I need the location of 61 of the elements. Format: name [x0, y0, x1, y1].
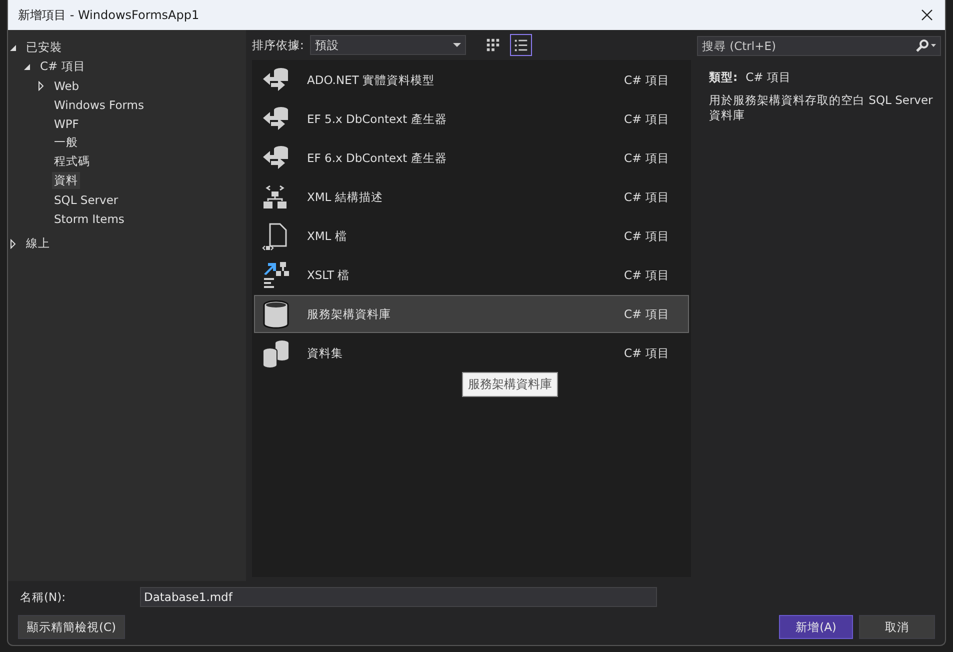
compact-view-button[interactable]: 顯示精簡檢視(C)	[18, 615, 126, 639]
name-field[interactable]: Database1.mdf	[140, 587, 657, 607]
type-label: 類型:	[709, 70, 738, 84]
tree-item[interactable]: 資料	[52, 172, 80, 189]
template-item[interactable]: EF 5.x DbContext 產生器 C# 項目	[254, 100, 689, 138]
template-item[interactable]: 服務架構資料庫 C# 項目	[254, 295, 689, 333]
collapsed-arrow-icon[interactable]	[36, 80, 46, 90]
collapsed-arrow-icon[interactable]	[8, 238, 18, 248]
tree-item[interactable]: 已安裝	[24, 39, 64, 56]
grid-view-icon	[486, 38, 499, 52]
template-item[interactable]: 資料集 C# 項目	[254, 334, 689, 372]
template-type: C# 項目	[624, 72, 670, 88]
template-type: C# 項目	[624, 228, 670, 244]
search-field[interactable]: 搜尋 (Ctrl+E)	[697, 36, 941, 56]
name-label: 名稱(N):	[19, 590, 66, 604]
tree-item[interactable]: Web	[52, 78, 82, 94]
dropdown-caret-icon	[452, 42, 461, 48]
database-icon	[261, 299, 291, 329]
template-name: XML 檔	[307, 228, 348, 244]
tooltip: 服務架構資料庫	[462, 372, 558, 397]
template-name: XSLT 檔	[307, 268, 351, 282]
template-item[interactable]: XML 結構描述 C# 項目	[254, 178, 689, 216]
template-item[interactable]: XSLT 檔 C# 項目	[254, 256, 689, 294]
search-icon	[915, 39, 937, 53]
template-item[interactable]: XML 檔 C# 項目	[254, 217, 689, 255]
tree-item[interactable]: Storm Items	[52, 210, 126, 226]
template-name: 服務架構資料庫	[307, 306, 392, 322]
template-name: 資料集	[307, 346, 344, 360]
expanded-arrow-icon[interactable]	[8, 42, 18, 52]
tree-item[interactable]: 一般	[52, 134, 80, 151]
type-value: C# 項目	[746, 70, 791, 84]
list-view-icon	[514, 40, 527, 52]
tree-item[interactable]: C# 項目	[38, 58, 88, 75]
template-name: XML 結構描述	[307, 190, 384, 204]
close-icon[interactable]	[919, 7, 935, 23]
tree-item[interactable]: Windows Forms	[52, 96, 146, 112]
expanded-arrow-icon[interactable]	[22, 62, 32, 72]
template-item[interactable]: EF 6.x DbContext 產生器 C# 項目	[254, 139, 689, 177]
template-name: ADO.NET 實體資料模型	[307, 72, 436, 88]
template-item[interactable]: ADO.NET 實體資料模型 C# 項目	[254, 61, 689, 99]
template-name: EF 5.x DbContext 產生器	[307, 112, 448, 126]
transform-icon	[261, 260, 291, 290]
tree-item[interactable]: 線上	[24, 235, 52, 252]
tree-item[interactable]: 程式碼	[52, 153, 92, 170]
template-type: C# 項目	[624, 346, 670, 360]
template-type: C# 項目	[624, 306, 670, 322]
tree-item[interactable]: WPF	[52, 116, 81, 132]
template-name: EF 6.x DbContext 產生器	[307, 150, 448, 166]
template-type: C# 項目	[624, 190, 670, 204]
description-text: 用於服務架構資料存取的空白 SQL Server 資料庫	[709, 93, 933, 123]
template-type: C# 項目	[624, 112, 670, 126]
view-toggle-button[interactable]	[510, 34, 532, 56]
template-type: C# 項目	[624, 268, 670, 282]
databases-icon	[261, 338, 291, 368]
sort-dropdown[interactable]: 預設	[310, 35, 466, 55]
tree-item[interactable]: SQL Server	[52, 192, 120, 208]
cancel-button[interactable]: 取消	[859, 615, 935, 639]
sort-label: 排序依據:	[252, 38, 304, 52]
add-button[interactable]: 新增(A)	[779, 615, 853, 639]
window-title: 新增項目 - WindowsFormsApp1	[18, 6, 200, 24]
template-type: C# 項目	[624, 150, 670, 166]
